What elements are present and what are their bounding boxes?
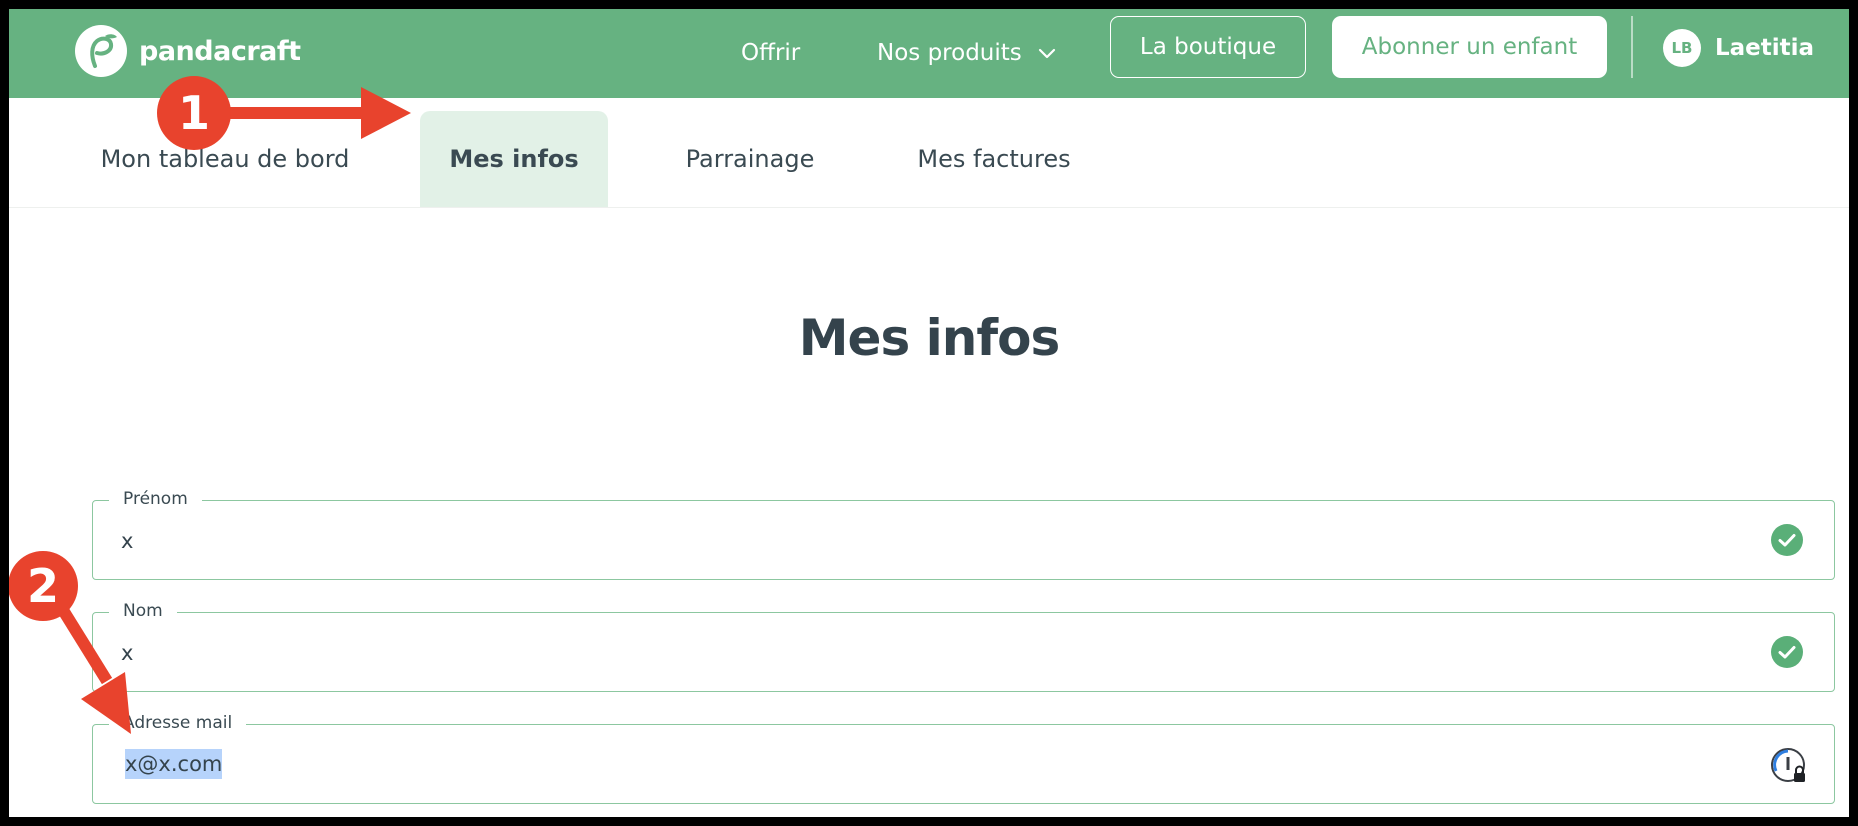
tab-tableau-de-bord[interactable]: Mon tableau de bord [95, 111, 355, 207]
nom-input[interactable] [121, 635, 1721, 671]
email-label: Adresse mail [109, 711, 247, 735]
check-circle-icon [1770, 523, 1804, 557]
nav-produits-dropdown[interactable]: Nos produits [877, 37, 1056, 69]
nav-offrir-link[interactable]: Offrir [741, 37, 800, 69]
user-menu[interactable]: LB Laetitia [1663, 29, 1814, 67]
prenom-label: Prénom [109, 487, 202, 511]
nav-produits-label: Nos produits [877, 40, 1022, 66]
annotation-number-2: 2 [27, 559, 59, 613]
prenom-field: Prénom [92, 487, 1835, 580]
nom-label: Nom [109, 599, 177, 623]
panda-leaf-icon [75, 25, 127, 77]
email-field[interactable]: Adresse mail x@x.com [92, 711, 1835, 804]
email-input[interactable]: x@x.com [125, 749, 223, 779]
page-frame: pandacraft Offrir Nos produits La boutiq… [9, 9, 1849, 817]
tab-parrainage[interactable]: Parrainage [655, 111, 845, 207]
pandacraft-logo[interactable]: pandacraft [75, 21, 301, 81]
boutique-button[interactable]: La boutique [1110, 16, 1306, 78]
check-circle-icon [1770, 635, 1804, 669]
tab-mes-factures[interactable]: Mes factures [889, 111, 1099, 207]
page-title: Mes infos [798, 309, 1060, 367]
top-nav-bar: pandacraft Offrir Nos produits La boutiq… [9, 9, 1849, 98]
nav-divider [1631, 16, 1633, 78]
account-tabs: Mon tableau de bord Mes infos Parrainage… [9, 98, 1849, 208]
user-name: Laetitia [1715, 35, 1815, 61]
nom-field: Nom [92, 599, 1835, 692]
chevron-down-icon [1038, 37, 1056, 69]
abonner-enfant-button[interactable]: Abonner un enfant [1332, 16, 1607, 78]
tab-mes-infos[interactable]: Mes infos [420, 111, 608, 207]
logo-text: pandacraft [139, 35, 301, 67]
annotation-badge-2: 2 [9, 551, 78, 621]
password-manager-icon[interactable] [1770, 747, 1805, 782]
prenom-input[interactable] [121, 523, 1721, 559]
avatar: LB [1663, 29, 1701, 67]
